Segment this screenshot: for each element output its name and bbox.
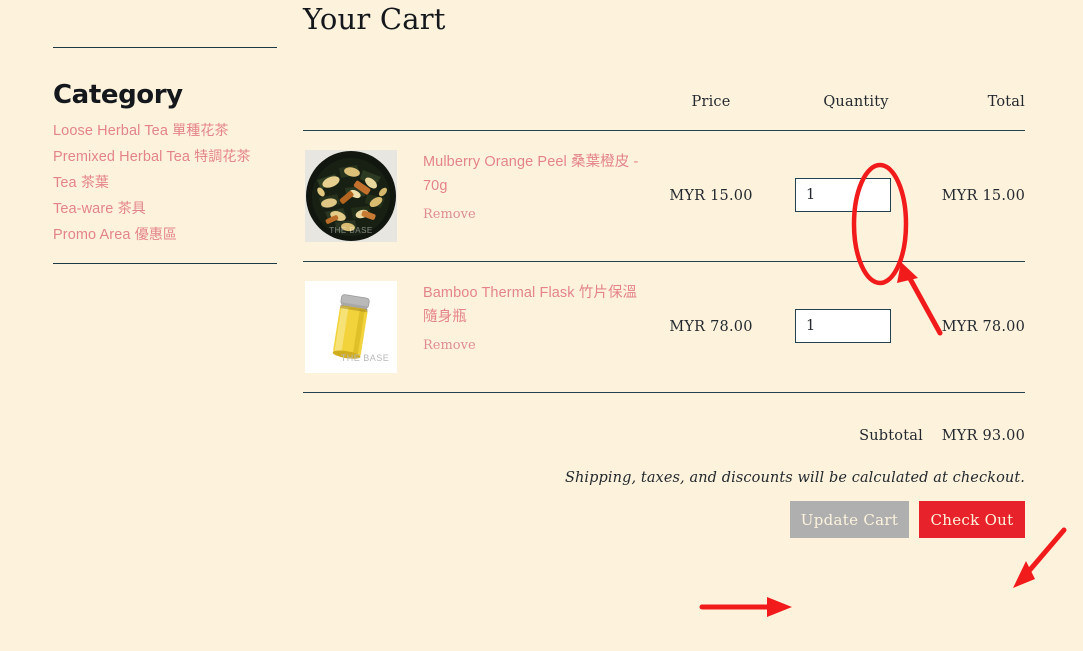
sidebar-item-premixed-herbal-tea[interactable]: Premixed Herbal Tea 特調花茶 bbox=[53, 148, 277, 165]
shipping-note: Shipping, taxes, and discounts will be c… bbox=[564, 470, 1025, 487]
sidebar-divider-bottom bbox=[53, 263, 277, 265]
column-header-quantity: Quantity bbox=[823, 94, 889, 111]
yellow-thermal-flask-icon: THE BASE bbox=[305, 281, 397, 374]
product-info: Bamboo Thermal Flask 竹片保溫隨身瓶 Remove bbox=[423, 282, 651, 354]
herbal-tea-bowl-icon: THE BASE bbox=[305, 150, 397, 243]
cart-actions: Update Cart Check Out bbox=[790, 501, 1025, 539]
subtotal-row: Subtotal MYR 93.00 bbox=[859, 428, 1025, 444]
table-row: THE BASE Bamboo Thermal Flask 竹片保溫隨身瓶 Re… bbox=[303, 262, 1025, 392]
table-row: THE BASE Mulberry Orange Peel 桑葉橙皮 - 70g… bbox=[303, 131, 1025, 261]
sidebar-item-loose-herbal-tea[interactable]: Loose Herbal Tea 單種花茶 bbox=[53, 122, 277, 139]
subtotal-label: Subtotal bbox=[859, 428, 923, 445]
sidebar-item-label-zh: 優惠區 bbox=[134, 226, 178, 243]
annotation-arrow-update-cart bbox=[699, 597, 792, 617]
remove-item-link[interactable]: Remove bbox=[423, 338, 476, 353]
column-header-price: Price bbox=[691, 94, 731, 111]
sidebar-divider-top bbox=[53, 47, 277, 48]
update-cart-button[interactable]: Update Cart bbox=[790, 501, 909, 539]
sidebar-item-tea-ware[interactable]: Tea-ware 茶具 bbox=[53, 200, 277, 217]
checkout-button[interactable]: Check Out bbox=[919, 501, 1025, 539]
product-price: MYR 78.00 bbox=[669, 319, 753, 336]
product-thumbnail-mulberry-orange-peel[interactable]: THE BASE bbox=[305, 150, 397, 243]
sidebar-item-label-zh: 茶具 bbox=[117, 200, 146, 217]
sidebar-item-tea[interactable]: Tea 茶葉 bbox=[53, 174, 277, 191]
remove-item-link[interactable]: Remove bbox=[423, 207, 476, 222]
cart-summary: Subtotal MYR 93.00 Shipping, taxes, and … bbox=[303, 393, 1025, 539]
product-title-link[interactable]: Bamboo Thermal Flask 竹片保溫隨身瓶 bbox=[423, 282, 651, 329]
product-thumbnail-bamboo-thermal-flask[interactable]: THE BASE bbox=[305, 281, 397, 374]
cart-panel: Your Cart Price Quantity Total THE BASE … bbox=[303, 0, 1025, 539]
sidebar-item-promo-area[interactable]: Promo Area 優惠區 bbox=[53, 226, 277, 243]
sidebar-item-label-en: Tea bbox=[53, 174, 77, 191]
category-heading: Category bbox=[53, 80, 183, 110]
sidebar-item-label-zh: 單種花茶 bbox=[172, 122, 229, 139]
product-title-link[interactable]: Mulberry Orange Peel 桑葉橙皮 - 70g bbox=[423, 151, 651, 198]
quantity-input[interactable] bbox=[795, 309, 891, 344]
sidebar-item-label-en: Promo Area bbox=[53, 226, 131, 243]
annotation-arrow-checkout bbox=[1013, 527, 1067, 588]
product-price: MYR 15.00 bbox=[669, 188, 753, 205]
sidebar-item-label-zh: 特調花茶 bbox=[194, 148, 251, 165]
cart-table-header: Price Quantity Total bbox=[303, 94, 1025, 130]
category-sidebar: Category Loose Herbal Tea 單種花茶 Premixed … bbox=[53, 0, 277, 265]
page-title: Your Cart bbox=[303, 2, 446, 36]
product-info: Mulberry Orange Peel 桑葉橙皮 - 70g Remove bbox=[423, 151, 651, 223]
product-line-total: MYR 15.00 bbox=[941, 188, 1025, 205]
subtotal-value: MYR 93.00 bbox=[941, 428, 1025, 445]
svg-text:THE BASE: THE BASE bbox=[341, 353, 390, 363]
column-header-total: Total bbox=[987, 94, 1025, 111]
sidebar-item-label-en: Tea-ware bbox=[53, 200, 114, 217]
sidebar-item-label-en: Loose Herbal Tea bbox=[53, 122, 168, 139]
product-line-total: MYR 78.00 bbox=[941, 319, 1025, 336]
sidebar-item-label-zh: 茶葉 bbox=[80, 174, 110, 191]
quantity-input[interactable] bbox=[795, 178, 891, 213]
svg-text:THE BASE: THE BASE bbox=[329, 226, 373, 235]
sidebar-item-label-en: Premixed Herbal Tea bbox=[53, 148, 191, 165]
